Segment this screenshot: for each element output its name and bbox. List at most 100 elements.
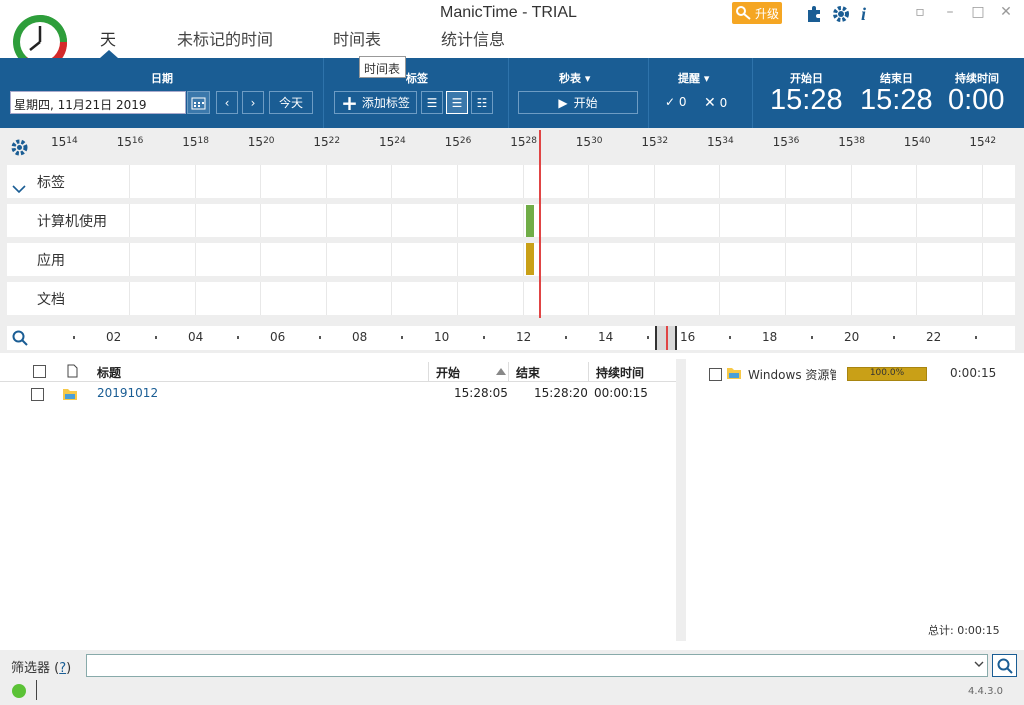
timeline-tick-label: 1542 (969, 135, 997, 149)
date-group-label: 日期 (151, 72, 173, 85)
overview-hour-label: 10 (434, 330, 450, 344)
list-item[interactable]: Windows 资源管 100.0% 0:00:15 (686, 364, 1024, 384)
timeline-gridline (457, 204, 458, 237)
minimize-button[interactable]: – (940, 4, 960, 22)
ribbon-separator (323, 58, 324, 128)
list-view-button[interactable]: ☰ (421, 91, 443, 114)
timeline-gridline (325, 282, 327, 315)
day-overview-ruler[interactable]: 02 04 06 08 10 12 14 16 18 20 22 (7, 326, 1015, 350)
today-button[interactable]: 今天 (269, 91, 313, 114)
maximize-button[interactable]: □ (968, 4, 988, 22)
search-icon[interactable] (12, 330, 28, 346)
overview-hour-label: 18 (762, 330, 778, 344)
reminder-ok-count[interactable]: ✓ 0 (665, 95, 687, 109)
overview-hour-label: 14 (598, 330, 614, 344)
computer-use-bar[interactable] (526, 205, 534, 237)
timeline-gridline (194, 165, 196, 198)
window-title: ManicTime - TRIAL (440, 4, 577, 21)
reminder-group-label[interactable]: 提醒 ▾ (678, 70, 709, 86)
timeline-tick-label: 1538 (838, 135, 865, 149)
total-duration: 总计: 0:00:15 (928, 624, 1000, 637)
row-checkbox[interactable] (31, 388, 44, 401)
next-day-button[interactable]: › (242, 91, 264, 114)
calendar-icon (191, 97, 206, 109)
timeline-gridline (194, 204, 196, 237)
timeline-tick-label: 1522 (313, 135, 341, 149)
timeline-gridline (260, 243, 262, 276)
tab-timesheet[interactable]: 时间表 (333, 26, 381, 50)
plus-icon: + (341, 90, 358, 115)
date-input[interactable]: 星期四, 11月21日 2019 (10, 91, 186, 114)
reminder-dismissed-count[interactable]: ✕ 0 (704, 95, 727, 111)
folder-icon (727, 368, 741, 379)
ribbon-separator (752, 58, 753, 128)
timeline-track[interactable] (7, 243, 1015, 276)
tab-statistics[interactable]: 统计信息 (441, 26, 505, 50)
timeline-gridline (129, 165, 130, 198)
restore-button[interactable]: ▫ (910, 4, 930, 22)
overview-hour-label: 20 (844, 330, 860, 344)
timeline-gridline (391, 243, 393, 276)
ribbon-separator (648, 58, 649, 128)
timeline-gridline (850, 165, 852, 198)
overview-minor-tick (647, 336, 649, 339)
filter-help-link[interactable]: ? (59, 661, 66, 676)
timeline-gridline (588, 165, 590, 198)
app-checkbox[interactable] (709, 368, 722, 381)
track-label: 标签 (37, 175, 65, 191)
info-icon[interactable]: i (858, 4, 872, 24)
stopwatch-group-label[interactable]: 秒表 ▾ (559, 70, 590, 86)
row-duration: 00:00:15 (594, 386, 648, 400)
column-start[interactable]: 开始 (436, 364, 460, 381)
track-label: 文档 (37, 292, 65, 308)
play-icon: ▶ (558, 95, 568, 110)
column-duration[interactable]: 持续时间 (596, 364, 644, 381)
timeline-track[interactable] (7, 282, 1015, 315)
column-title[interactable]: 标题 (97, 364, 121, 381)
tags-group-label: 标签 (406, 72, 428, 85)
chevron-down-icon[interactable] (12, 184, 26, 194)
timeline-gridline (916, 282, 918, 315)
chevron-down-icon[interactable] (974, 661, 984, 668)
timeline-tick-label: 1534 (707, 135, 734, 149)
compact-view-button[interactable]: ☷ (471, 91, 493, 114)
stopwatch-start-button[interactable]: ▶ 开始 (518, 91, 638, 114)
puzzle-icon[interactable] (806, 5, 824, 23)
tab-day[interactable]: 天 (100, 26, 116, 50)
timeline-track[interactable] (7, 165, 1015, 198)
ribbon-separator (508, 58, 509, 128)
calendar-button[interactable] (187, 91, 210, 114)
overview-hour-label: 22 (926, 330, 942, 344)
timeline-tick-label: 1536 (772, 135, 800, 149)
close-button[interactable]: ✕ (996, 4, 1016, 22)
gear-icon[interactable] (832, 5, 850, 23)
filter-input[interactable] (86, 654, 988, 677)
overview-minor-tick (73, 336, 75, 339)
previous-day-button[interactable]: ‹ (216, 91, 238, 114)
timeline-gridline (260, 165, 262, 198)
overview-hour-label: 04 (188, 330, 204, 344)
application-bar[interactable] (526, 243, 534, 275)
app-percent-bar: 100.0% (847, 367, 927, 381)
row-title: 20191012 (97, 386, 159, 400)
column-end[interactable]: 结束 (516, 364, 540, 381)
timeline-gridline (850, 243, 852, 276)
timeline-gridline (785, 165, 786, 198)
tab-untagged-time[interactable]: 未标记的时间 (177, 26, 273, 50)
column-divider (508, 362, 509, 382)
overview-minor-tick (155, 336, 157, 339)
pane-splitter[interactable] (676, 359, 686, 641)
upgrade-button[interactable]: 升级 (732, 2, 782, 24)
timeline-gridline (391, 282, 393, 315)
x-icon: ✕ (704, 95, 716, 111)
timeline-gridline (588, 282, 590, 315)
timeline-gridline (653, 204, 655, 237)
timeline-gridline (325, 243, 327, 276)
filter-search-button[interactable] (992, 654, 1017, 677)
timeline-track[interactable] (7, 204, 1015, 237)
table-row[interactable]: 20191012 15:28:05 15:28:20 00:00:15 (0, 384, 676, 404)
detail-view-button[interactable]: ☰ (446, 91, 468, 114)
timeline-gridline (916, 204, 918, 237)
select-all-checkbox[interactable] (33, 365, 46, 378)
add-tag-button[interactable]: + 添加标签 (334, 91, 417, 114)
